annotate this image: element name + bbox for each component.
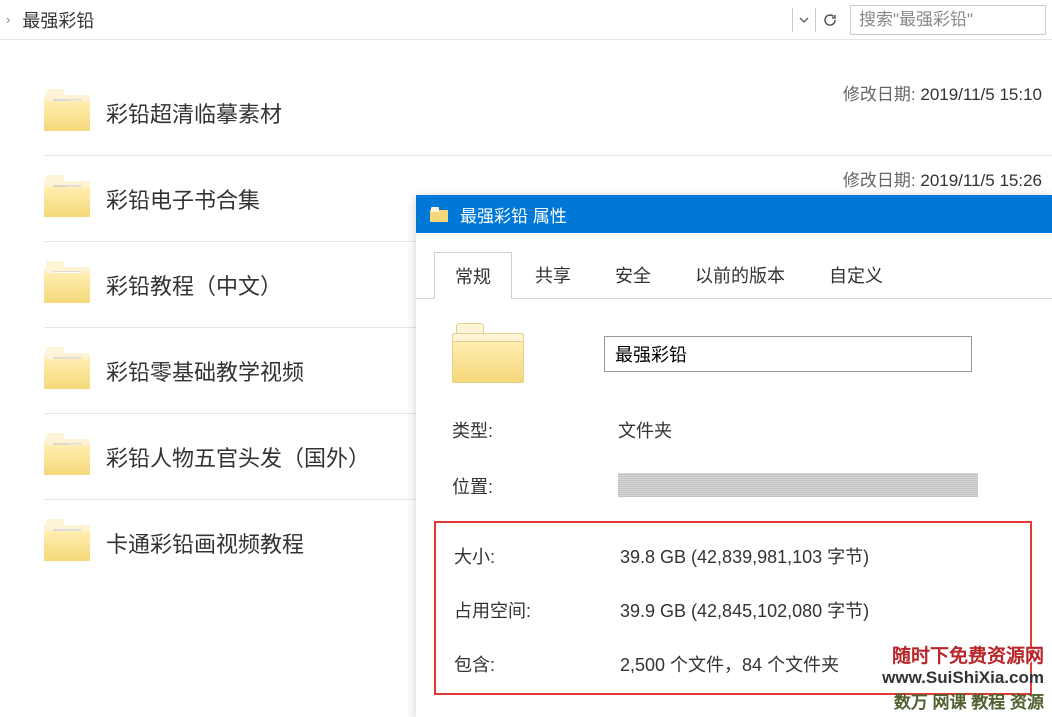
file-name: 卡通彩铅画视频教程	[106, 527, 304, 559]
size-value: 39.8 GB (42,839,981,103 字节)	[620, 543, 869, 569]
size-label: 大小:	[454, 543, 620, 569]
folder-icon	[44, 351, 90, 391]
properties-tabs: 常规 共享 安全 以前的版本 自定义	[416, 233, 1052, 299]
watermark-line2: www.SuiShiXia.com	[882, 668, 1044, 688]
folder-icon	[44, 265, 90, 305]
contains-label: 包含:	[454, 651, 620, 677]
breadcrumb-separator: ›	[0, 12, 16, 27]
file-name: 彩铅零基础教学视频	[106, 355, 304, 387]
properties-titlebar[interactable]: 最强彩铅 属性	[416, 195, 1052, 233]
location-value-redacted	[618, 473, 978, 497]
folder-icon	[44, 523, 90, 563]
file-meta: 修改日期: 2019/11/5 15:10	[843, 80, 1042, 105]
disk-size-label: 占用空间:	[454, 597, 620, 623]
file-name: 彩铅教程（中文）	[106, 269, 282, 301]
type-value: 文件夹	[618, 417, 672, 443]
folder-icon	[44, 179, 90, 219]
folder-icon	[430, 207, 448, 222]
refresh-button[interactable]	[818, 8, 842, 32]
tab-general[interactable]: 常规	[434, 252, 512, 299]
tab-security[interactable]: 安全	[594, 251, 672, 298]
tab-previous-versions[interactable]: 以前的版本	[674, 251, 806, 298]
dropdown-button[interactable]	[792, 8, 816, 32]
search-input[interactable]	[859, 10, 1037, 30]
properties-window: 最强彩铅 属性 常规 共享 安全 以前的版本 自定义 类型: 文件夹 位置: 大…	[416, 195, 1052, 717]
contains-value: 2,500 个文件，84 个文件夹	[620, 651, 839, 677]
file-name: 彩铅电子书合集	[106, 183, 260, 215]
folder-name-input[interactable]	[604, 336, 972, 372]
watermark-line3: 数万 网课 教程 资源	[882, 688, 1044, 713]
disk-size-value: 39.9 GB (42,845,102,080 字节)	[620, 597, 869, 623]
watermark-line1: 随时下免费资源网	[882, 641, 1044, 668]
file-name: 彩铅超清临摹素材	[106, 97, 282, 129]
tab-sharing[interactable]: 共享	[514, 251, 592, 298]
window-title: 最强彩铅 属性	[460, 202, 567, 227]
file-meta: 修改日期: 2019/11/5 15:26	[843, 166, 1042, 191]
search-box[interactable]	[850, 5, 1046, 35]
watermark: 随时下免费资源网 www.SuiShiXia.com 数万 网课 教程 资源	[882, 641, 1044, 713]
type-label: 类型:	[452, 417, 618, 443]
address-bar: › 最强彩铅	[0, 0, 1052, 40]
folder-large-icon	[452, 323, 524, 385]
folder-icon	[44, 93, 90, 133]
location-label: 位置:	[452, 473, 618, 499]
address-controls	[792, 8, 842, 32]
folder-icon	[44, 437, 90, 477]
properties-body: 类型: 文件夹 位置: 大小: 39.8 GB (42,839,981,103 …	[416, 299, 1052, 695]
file-item[interactable]: 彩铅超清临摹素材 修改日期: 2019/11/5 15:10	[44, 70, 1052, 156]
breadcrumb-current[interactable]: 最强彩铅	[16, 7, 792, 33]
tab-customize[interactable]: 自定义	[808, 251, 904, 298]
file-name: 彩铅人物五官头发（国外）	[106, 441, 370, 473]
